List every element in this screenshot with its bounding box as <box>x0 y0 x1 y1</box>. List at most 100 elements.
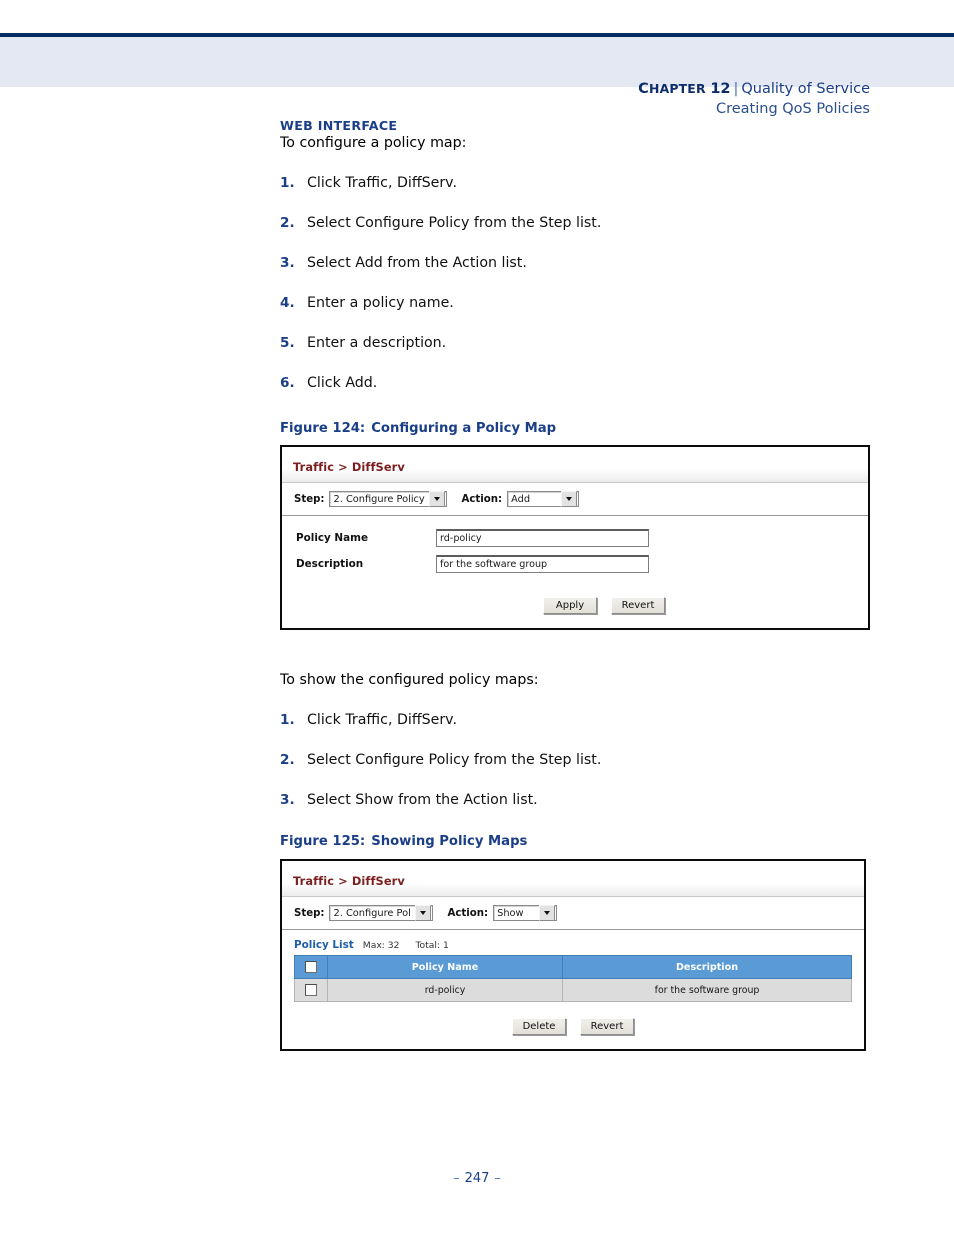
step-select-value: 2. Configure Policy <box>333 907 411 919</box>
footer-dash-right: – <box>494 1171 501 1186</box>
steps-list-configure: 1. Click Traffic, DiffServ. 2. Select Conf… <box>280 175 880 391</box>
table-header: Policy Name Description <box>294 955 852 979</box>
chapter-title: Quality of Service <box>741 81 870 97</box>
breadcrumb: Traffic > DiffServ <box>293 460 405 474</box>
step-text: Select Add from the Action list. <box>307 255 527 271</box>
select-all-checkbox[interactable] <box>305 961 317 973</box>
footer-dash-left: – <box>453 1171 460 1186</box>
table-row: rd-policy for the software group <box>294 978 852 1002</box>
description-input[interactable]: for the software group <box>436 555 649 573</box>
breadcrumb-bar: Traffic > DiffServ <box>282 861 864 897</box>
table-body: rd-policy for the software group <box>294 978 852 1002</box>
policy-list-total: Total: 1 <box>415 940 449 951</box>
step-number: 5. <box>280 335 295 351</box>
description-label: Description <box>296 558 364 570</box>
step-number: 3. <box>280 255 295 271</box>
policy-list-header: Policy List Max: 32 Total: 1 <box>282 930 864 955</box>
step-text: Click Traffic, DiffServ. <box>307 712 457 728</box>
page-content: WEB INTERFACE To configure a policy map:… <box>280 118 880 1051</box>
action-label: Action: <box>447 907 489 919</box>
step-text: Select Configure Policy from the Step li… <box>307 215 602 231</box>
figure-124-caption-title: Configuring a Policy Map <box>371 421 557 436</box>
cell-description: for the software group <box>562 978 852 1002</box>
page-footer: –247– <box>0 1171 954 1186</box>
step-number: 6. <box>280 375 295 391</box>
select-all-header <box>294 955 328 979</box>
apply-button[interactable]: Apply <box>543 597 597 614</box>
column-header-policy-name: Policy Name <box>327 955 563 979</box>
step-text: Click Add. <box>307 375 378 391</box>
action-select[interactable]: Show <box>493 905 558 921</box>
step-text: Enter a policy name. <box>307 295 454 311</box>
web-interface-heading-interface: INTERFACE <box>317 118 398 133</box>
list-item: 4. Enter a policy name. <box>280 295 880 311</box>
delete-button[interactable]: Delete <box>512 1018 566 1035</box>
chevron-down-icon[interactable] <box>561 491 578 507</box>
step-action-bar: Step: 2. Configure Policy Action: Add <box>282 483 868 516</box>
page-header-band: CHAPTER 12 | Quality of Service Creating Q… <box>0 37 954 117</box>
policy-form: Policy Name rd-policy Description for th… <box>282 516 868 573</box>
figure-125-button-row: Delete Revert <box>282 1002 864 1049</box>
action-select[interactable]: Add <box>507 491 580 507</box>
chapter-number: 12 <box>710 81 731 97</box>
step-text: Select Show from the Action list. <box>307 792 538 808</box>
heading-web-rest: EB <box>294 118 314 133</box>
step-text: Click Traffic, DiffServ. <box>307 175 457 191</box>
chapter-label-smallcaps: HAPTER <box>649 81 706 96</box>
header-separator: | <box>733 81 739 97</box>
header-chapter-line: CHAPTER 12 | Quality of Service <box>638 79 870 99</box>
list-item: 3. Select Show from the Action list. <box>280 792 880 808</box>
policy-name-label: Policy Name <box>296 532 369 544</box>
web-interface-heading-web: WEB <box>280 118 314 133</box>
step-number: 3. <box>280 792 295 808</box>
figure-125-screenshot: Traffic > DiffServ Step: 2. Configure Po… <box>280 859 866 1051</box>
chevron-down-icon[interactable] <box>415 905 432 921</box>
intro-configure: To configure a policy map: <box>280 135 467 151</box>
step-number: 2. <box>280 215 295 231</box>
list-item: 6. Click Add. <box>280 375 880 391</box>
step-number: 2. <box>280 752 295 768</box>
cell-policy-name: rd-policy <box>327 978 563 1002</box>
revert-button[interactable]: Revert <box>580 1018 634 1035</box>
policy-list-max: Max: 32 <box>362 940 400 951</box>
row-select-cell <box>294 978 328 1002</box>
figure-124-screenshot: Traffic > DiffServ Step: 2. Configure Po… <box>280 445 870 630</box>
breadcrumb-bar: Traffic > DiffServ <box>282 447 868 483</box>
row-checkbox[interactable] <box>305 984 317 996</box>
header-subtitle: Creating QoS Policies <box>715 101 870 117</box>
step-label: Step: <box>294 493 325 505</box>
step-number: 1. <box>280 712 295 728</box>
list-item: 5. Enter a description. <box>280 335 880 351</box>
figure-125-caption-title: Showing Policy Maps <box>371 834 528 849</box>
figure-124-caption: Figure 124: Configuring a Policy Map <box>280 421 880 436</box>
action-select-value: Add <box>511 493 531 505</box>
policy-name-row: Policy Name rd-policy <box>296 529 868 547</box>
step-select[interactable]: 2. Configure Policy <box>329 491 448 507</box>
list-item: 3. Select Add from the Action list. <box>280 255 880 271</box>
description-row: Description for the software group <box>296 555 868 573</box>
steps-list-show: 1. Click Traffic, DiffServ. 2. Select Conf… <box>280 712 880 808</box>
page-number: 247 <box>464 1171 490 1186</box>
list-item: 1. Click Traffic, DiffServ. <box>280 175 880 191</box>
figure-125-caption: Figure 125: Showing Policy Maps <box>280 834 880 849</box>
chevron-down-icon[interactable] <box>429 491 446 507</box>
step-number: 4. <box>280 295 295 311</box>
policy-name-input[interactable]: rd-policy <box>436 529 649 547</box>
chevron-down-icon[interactable] <box>539 905 556 921</box>
column-header-description: Description <box>562 955 852 979</box>
list-item: 2. Select Configure Policy from the Step … <box>280 215 880 231</box>
step-text: Select Configure Policy from the Step li… <box>307 752 602 768</box>
step-action-bar: Step: 2. Configure Policy Action: Show <box>282 897 864 930</box>
step-select-value: 2. Configure Policy <box>333 493 425 505</box>
step-select[interactable]: 2. Configure Policy <box>329 905 434 921</box>
policy-list-table: Policy Name Description rd-policy for th… <box>294 955 852 1002</box>
intro-show: To show the configured policy maps: <box>280 672 539 688</box>
list-item: 2. Select Configure Policy from the Step … <box>280 752 880 768</box>
figure-124-caption-label: Figure 124: <box>280 421 366 436</box>
step-number: 1. <box>280 175 295 191</box>
policy-list-title: Policy List <box>294 939 354 951</box>
page-header-text: CHAPTER 12 | Quality of Service Creating Q… <box>638 79 870 119</box>
table-header-row: Policy Name Description <box>294 955 852 979</box>
revert-button[interactable]: Revert <box>611 597 665 614</box>
step-text: Enter a description. <box>307 335 447 351</box>
